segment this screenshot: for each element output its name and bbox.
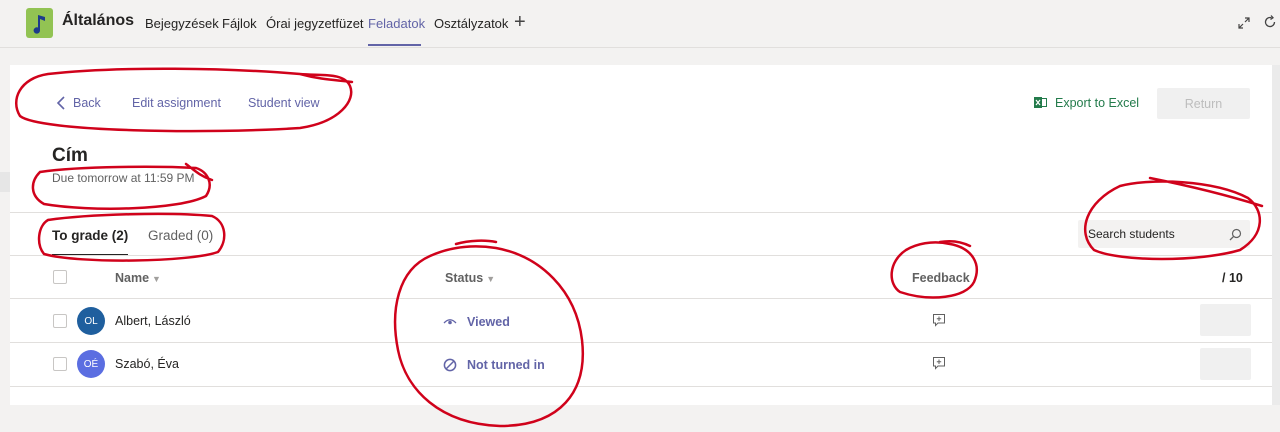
divider	[10, 212, 1272, 213]
left-edge-strip	[0, 172, 10, 192]
divider	[10, 386, 1272, 387]
tab-feladatok[interactable]: Feladatok	[368, 16, 425, 31]
chevron-left-icon[interactable]	[56, 96, 66, 110]
column-header-points: / 10	[1222, 271, 1243, 285]
student-name[interactable]: Szabó, Éva	[115, 357, 179, 371]
student-view-button[interactable]: Student view	[248, 96, 320, 110]
divider	[10, 298, 1272, 299]
scrollbar-track[interactable]	[1272, 65, 1280, 405]
tab-bejegyzesek[interactable]: Bejegyzések	[145, 16, 219, 31]
active-tab-indicator	[368, 44, 421, 46]
column-header-name[interactable]: Name ▼	[115, 271, 161, 285]
select-all-checkbox[interactable]	[53, 270, 67, 284]
tab-orai-jegyzetfuzet[interactable]: Órai jegyzetfüzet	[266, 16, 364, 31]
expand-icon[interactable]	[1236, 15, 1252, 31]
excel-icon	[1034, 97, 1047, 108]
column-header-status-label: Status	[445, 271, 484, 285]
row-checkbox[interactable]	[53, 314, 67, 328]
refresh-icon[interactable]	[1262, 14, 1278, 30]
due-date: Due tomorrow at 11:59 PM	[52, 171, 195, 185]
sort-caret-icon: ▼	[152, 274, 161, 284]
column-header-feedback: Feedback	[912, 271, 970, 285]
row-checkbox[interactable]	[53, 357, 67, 371]
tab-to-grade[interactable]: To grade (2)	[52, 228, 128, 243]
status-text: Viewed	[467, 315, 510, 329]
column-header-name-label: Name	[115, 271, 150, 285]
top-bar: Általános Bejegyzések Fájlok Órai jegyze…	[0, 0, 1280, 48]
search-icon[interactable]	[1229, 228, 1242, 241]
tab-osztalyzatok[interactable]: Osztályzatok	[434, 16, 508, 31]
search-students-input[interactable]	[1078, 220, 1250, 248]
tab-fajlok[interactable]: Fájlok	[222, 16, 257, 31]
sort-caret-icon: ▼	[486, 274, 496, 284]
divider	[10, 255, 1272, 256]
return-button[interactable]: Return	[1157, 88, 1250, 119]
status-text: Not turned in	[467, 358, 545, 372]
divider	[10, 342, 1272, 343]
assignment-title: Cím	[52, 145, 88, 166]
avatar: OÉ	[77, 350, 105, 378]
add-feedback-icon[interactable]	[932, 356, 946, 370]
add-feedback-icon[interactable]	[932, 313, 946, 327]
team-name: Általános	[62, 12, 135, 29]
back-button[interactable]: Back	[73, 96, 101, 110]
edit-assignment-button[interactable]: Edit assignment	[132, 96, 221, 110]
avatar: OL	[77, 307, 105, 335]
student-name[interactable]: Albert, László	[115, 314, 191, 328]
eye-icon	[443, 319, 457, 325]
tab-graded[interactable]: Graded (0)	[148, 228, 213, 243]
export-to-excel-button[interactable]: Export to Excel	[1055, 96, 1139, 110]
music-note-icon[interactable]	[26, 8, 53, 38]
plus-icon[interactable]: +	[514, 12, 526, 32]
grade-input[interactable]	[1200, 348, 1251, 380]
not-allowed-icon	[443, 358, 457, 372]
assignment-card: Back Edit assignment Student view Export…	[10, 65, 1272, 405]
column-header-status[interactable]: Status ▼	[445, 271, 495, 285]
grade-input[interactable]	[1200, 304, 1251, 336]
